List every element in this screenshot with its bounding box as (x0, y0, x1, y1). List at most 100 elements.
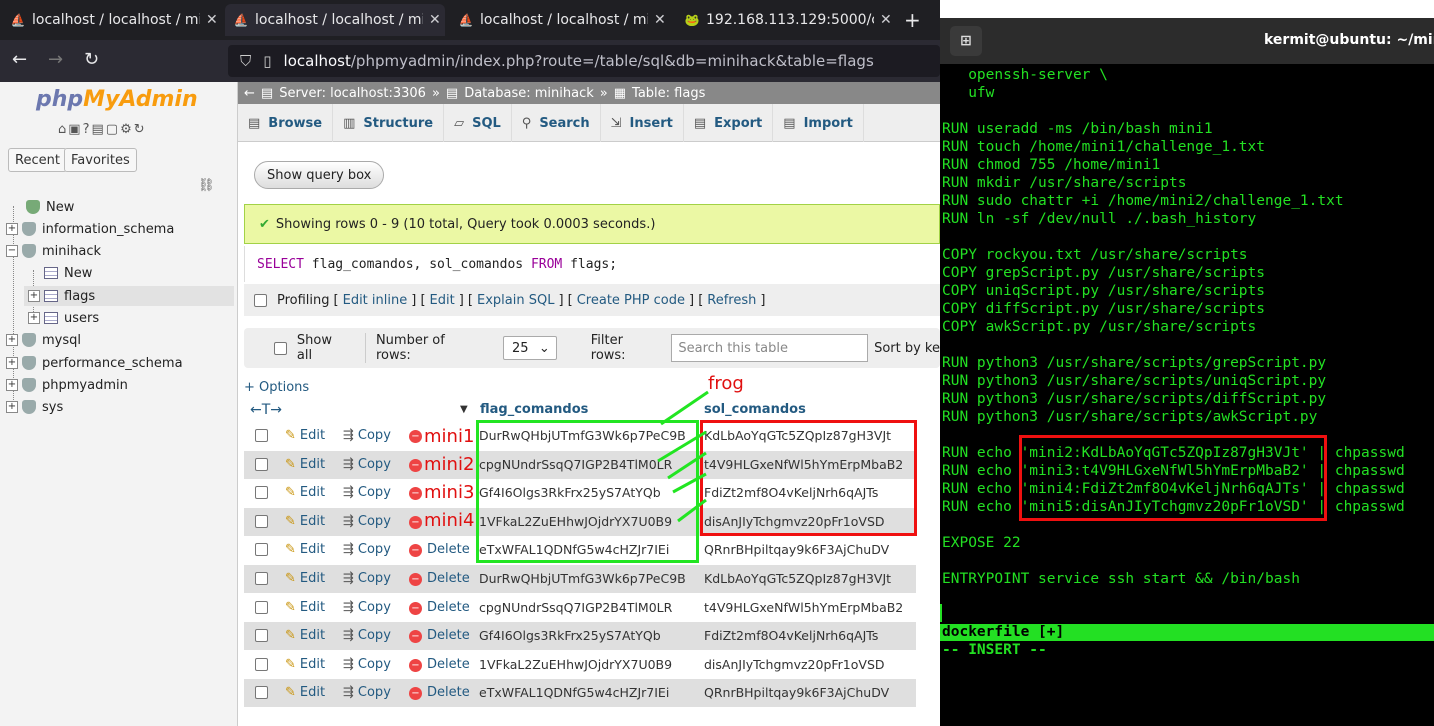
delete-button[interactable]: − Delete (409, 685, 470, 701)
column-header-flag-comandos[interactable]: flag_comandos (480, 402, 588, 417)
sort-down-icon[interactable]: ▼ (460, 404, 468, 415)
expand-icon[interactable]: + (28, 312, 40, 324)
copy-button[interactable]: ⇶ Copy (343, 600, 391, 615)
close-icon[interactable]: ✕ (206, 12, 218, 28)
edit-button[interactable]: ✎ Edit (285, 600, 325, 615)
copy-button[interactable]: ⇶ Copy (343, 542, 391, 557)
url-bar[interactable]: ⛉ ▯ localhost/phpmyadmin/index.php?route… (228, 45, 940, 77)
tab-search[interactable]: ⚲ Search (512, 104, 601, 142)
tree-item-new-table[interactable]: New (30, 263, 92, 283)
phpmyadmin-logo[interactable]: phpMyAdmin (36, 87, 198, 112)
edit-inline-link[interactable]: Edit inline (343, 293, 408, 308)
profiling-checkbox[interactable] (254, 293, 267, 307)
exit-icon[interactable]: ▣ (68, 122, 82, 137)
arrow-left-icon[interactable]: ← (244, 86, 255, 101)
delete-button[interactable]: − Delete (409, 600, 470, 615)
tab-insert[interactable]: ⇲ Insert (601, 104, 684, 142)
reload-icon[interactable]: ↻ (134, 122, 147, 137)
docs-icon[interactable]: ▤ (91, 122, 105, 137)
edit-link[interactable]: Edit (430, 293, 455, 308)
tree-item-phpmyadmin[interactable]: + phpmyadmin (6, 375, 128, 395)
new-tab-button[interactable]: + (904, 8, 921, 32)
back-icon[interactable]: ← (12, 49, 27, 70)
number-of-rows-select[interactable]: 25 ⌄ (503, 336, 557, 360)
copy-button[interactable]: ⇶ Copy (343, 628, 391, 643)
tree-item-performance-schema[interactable]: + performance_schema (6, 353, 183, 373)
edit-button[interactable]: ✎ Edit (285, 685, 325, 700)
copy-button[interactable]: ⇶ Copy (343, 685, 391, 700)
delete-button[interactable]: − Delete (409, 571, 470, 586)
row-checkbox[interactable] (255, 457, 268, 471)
copy-button[interactable]: ⇶ Copy (343, 457, 391, 472)
show-all-checkbox[interactable] (274, 341, 287, 355)
tab-sql[interactable]: ▱ SQL (444, 104, 512, 142)
row-checkbox[interactable] (255, 514, 268, 528)
browser-tab-1[interactable]: ⛵ localhost / localhost / mini ✕ (2, 4, 220, 36)
edit-button[interactable]: ✎ Edit (285, 514, 325, 529)
browser-tab-3[interactable]: ⛵ localhost / localhost / mini ✕ (450, 4, 670, 36)
row-checkbox[interactable] (255, 686, 268, 700)
tree-item-flags[interactable]: + flags (24, 286, 234, 306)
home-icon[interactable]: ⌂ (58, 122, 68, 137)
row-checkbox[interactable] (255, 543, 268, 557)
filter-rows-input[interactable]: Search this table (671, 334, 869, 362)
edit-button[interactable]: ✎ Edit (285, 457, 325, 472)
delete-button[interactable]: − Delete (409, 657, 470, 672)
row-checkbox[interactable] (255, 657, 268, 671)
tab-export[interactable]: ▤ Export (684, 104, 774, 142)
tab-browse[interactable]: ▤ Browse (238, 104, 334, 142)
copy-button[interactable]: ⇶ Copy (343, 657, 391, 672)
tab-import[interactable]: ▤ Import (773, 104, 864, 142)
create-php-code-link[interactable]: Create PHP code (577, 293, 685, 308)
tree-item-minihack[interactable]: − minihack (6, 241, 101, 261)
column-header-sol-comandos[interactable]: sol_comandos (704, 402, 806, 417)
edit-button[interactable]: ✎ Edit (285, 628, 325, 643)
row-checkbox[interactable] (255, 600, 268, 614)
row-checkbox[interactable] (255, 572, 268, 585)
close-icon[interactable]: ✕ (429, 12, 441, 28)
copy-button[interactable]: ⇶ Copy (343, 514, 391, 529)
link-icon[interactable]: ⛓ (198, 178, 215, 193)
browser-tab-4[interactable]: 🐸 192.168.113.129:5000/ch ✕ (676, 4, 896, 36)
favorites-button[interactable]: Favorites (64, 148, 137, 172)
browser-tab-2[interactable]: ⛵ localhost / localhost / mini ✕ (225, 4, 445, 36)
recent-button[interactable]: Recent (8, 148, 67, 172)
gear-icon[interactable]: ⚙ (120, 122, 134, 137)
new-tab-icon[interactable]: ⊞ (950, 26, 982, 56)
copy-button[interactable]: ⇶ Copy (343, 571, 391, 586)
refresh-link[interactable]: Refresh (707, 293, 756, 308)
tree-item-sys[interactable]: + sys (6, 397, 63, 417)
breadcrumb-server[interactable]: Server: localhost:3306 (279, 86, 426, 101)
shield-icon[interactable]: ⛉ (240, 52, 251, 70)
options-link[interactable]: + Options (244, 380, 309, 395)
expand-icon[interactable]: + (6, 379, 18, 391)
breadcrumb-database[interactable]: Database: minihack (464, 86, 594, 101)
forward-icon[interactable]: → (48, 49, 63, 70)
breadcrumb-table[interactable]: Table: flags (632, 86, 705, 101)
row-checkbox[interactable] (255, 629, 268, 643)
column-resize-arrows-icon[interactable]: ←T→ (250, 402, 282, 418)
copy-button[interactable]: ⇶ Copy (343, 428, 391, 443)
delete-button[interactable]: − Delete (409, 542, 470, 558)
expand-icon[interactable]: + (6, 357, 18, 369)
copy-button[interactable]: ⇶ Copy (343, 485, 391, 500)
collapse-icon[interactable]: − (6, 245, 18, 257)
explain-sql-link[interactable]: Explain SQL (477, 293, 554, 308)
reload-icon[interactable]: ↻ (84, 49, 99, 70)
show-query-box-button[interactable]: Show query box (254, 161, 385, 189)
row-checkbox[interactable] (255, 486, 268, 500)
tab-structure[interactable]: ▥ Structure (333, 104, 445, 142)
delete-button[interactable]: − Delete (409, 628, 470, 644)
expand-icon[interactable]: + (28, 290, 40, 302)
close-icon[interactable]: ✕ (654, 12, 666, 28)
tree-item-information-schema[interactable]: + information_schema (6, 219, 174, 239)
expand-icon[interactable]: + (6, 401, 18, 413)
edit-button[interactable]: ✎ Edit (285, 485, 325, 500)
edit-button[interactable]: ✎ Edit (285, 428, 325, 443)
expand-icon[interactable]: + (6, 223, 18, 235)
close-icon[interactable]: ✕ (880, 12, 892, 28)
copy-icon[interactable]: ▢ (106, 122, 120, 137)
row-checkbox[interactable] (255, 429, 268, 442)
tree-item-mysql[interactable]: + mysql (6, 330, 81, 350)
tree-item-users[interactable]: + users (28, 308, 99, 328)
